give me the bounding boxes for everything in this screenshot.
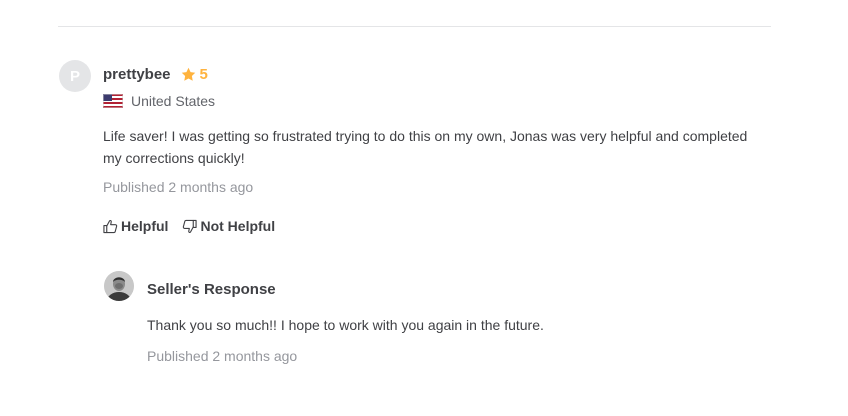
review-feedback: Helpful Not Helpful (103, 217, 289, 235)
seller-response-text: Thank you so much!! I hope to work with … (147, 317, 544, 333)
review-text: Life saver! I was getting so frustrated … (103, 128, 748, 166)
reviewer-username: prettybee (103, 65, 171, 83)
rating-value: 5 (199, 65, 208, 83)
thumbs-up-icon (103, 219, 118, 233)
helpful-button[interactable]: Helpful (103, 218, 168, 234)
review-rating: 5 (181, 66, 208, 83)
not-helpful-button[interactable]: Not Helpful (182, 218, 275, 234)
not-helpful-label: Not Helpful (200, 218, 276, 234)
reviewer-country: United States (103, 92, 215, 110)
star-icon (181, 67, 195, 81)
section-divider (58, 26, 771, 27)
seller-response-title: Seller's Response (147, 281, 276, 298)
review-published-date: Published 2 months ago (103, 179, 254, 195)
reviewer-avatar: P (59, 60, 91, 92)
seller-response-published-date: Published 2 months ago (147, 348, 298, 364)
reviewer-avatar-initial: P (69, 67, 80, 85)
country-name: United States (131, 93, 216, 109)
helpful-label: Helpful (121, 218, 169, 234)
thumbs-down-icon (183, 219, 198, 233)
us-flag-icon (103, 94, 123, 108)
seller-avatar (104, 271, 134, 301)
reviewer-header: prettybee 5 (103, 64, 208, 84)
